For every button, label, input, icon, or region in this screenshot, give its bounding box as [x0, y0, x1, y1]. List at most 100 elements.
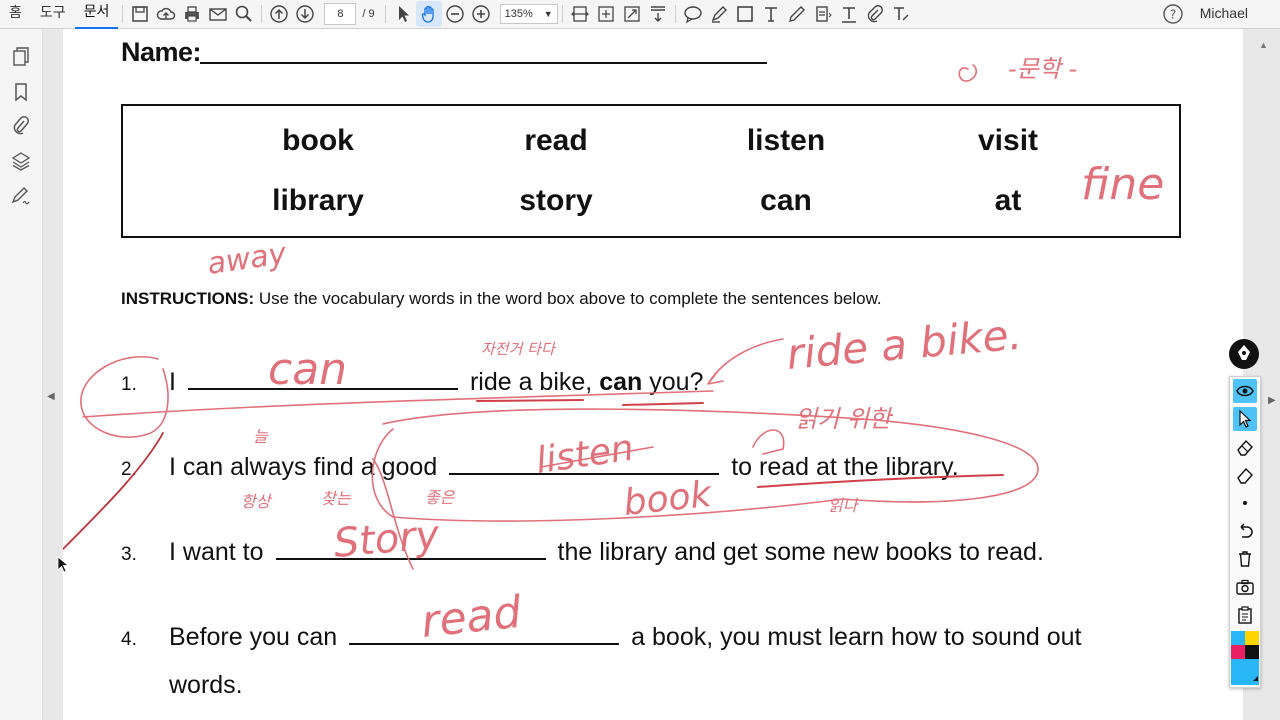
attach-icon[interactable] [862, 1, 888, 27]
question-text: ride a bike, [469, 368, 600, 396]
search-icon[interactable] [231, 1, 257, 27]
user-name[interactable]: Michael [1200, 5, 1248, 21]
page-total: / 9 [362, 8, 375, 20]
left-gutter: ◀ [43, 29, 63, 720]
ink-text: 항상 [241, 492, 273, 511]
eraser-icon[interactable] [1233, 435, 1257, 459]
eraser-stroke-icon[interactable] [1233, 463, 1257, 487]
ink-text: 찾는 [321, 489, 352, 508]
question-text: a book, you must learn how to sound out [631, 623, 1082, 651]
save-icon[interactable] [127, 1, 153, 27]
word-box-item: story [519, 184, 593, 217]
ink-text: ride a bike. [785, 310, 1024, 379]
page-number-input[interactable]: 8 [324, 3, 357, 25]
zoom-value: 135% [504, 8, 533, 20]
signature-icon[interactable] [10, 185, 32, 207]
ink-text: away [205, 236, 289, 282]
question-2: I can always find a good to read at the l… [169, 453, 959, 482]
answer-blank[interactable] [349, 643, 620, 645]
question-text: the library and get some new books to re… [557, 538, 1044, 566]
pen-size-dot-icon[interactable] [1233, 491, 1257, 515]
answer-blank[interactable] [275, 558, 546, 560]
word-box-item: listen [746, 124, 826, 157]
scroll-mode-icon[interactable] [645, 1, 671, 27]
toolbar-separator [261, 5, 263, 23]
question-text: I can always find a good [169, 453, 438, 481]
color-swatches[interactable] [1231, 631, 1259, 685]
question-number: 2. [121, 459, 137, 480]
question-text: I want to [169, 538, 264, 566]
ink-text: 읽다 [828, 496, 860, 515]
svg-text:?: ? [1170, 8, 1176, 22]
text-edit-icon[interactable] [888, 1, 914, 27]
toolbar-separator [674, 5, 676, 23]
pen-tool-icon[interactable] [1228, 338, 1260, 370]
chevron-down-icon: ▼ [543, 9, 553, 19]
trash-icon[interactable] [1233, 547, 1257, 571]
pencil-icon[interactable] [784, 1, 810, 27]
ink-text: 좋은 [425, 488, 456, 507]
word-box-item: can [760, 184, 812, 217]
question-4: Before you can a book, you must learn how… [169, 623, 1081, 652]
word-box-item: read [524, 124, 588, 157]
word-box-item: book [282, 124, 354, 157]
zoom-in-icon[interactable] [468, 1, 494, 27]
full-screen-icon[interactable] [619, 1, 645, 27]
rectangle-icon[interactable] [732, 1, 758, 27]
email-icon[interactable] [205, 1, 231, 27]
tab-home[interactable]: 홈 [0, 0, 31, 28]
word-box-item: library [272, 184, 364, 217]
comment-icon[interactable] [680, 1, 706, 27]
select-arrow-icon[interactable] [1233, 407, 1257, 431]
tab-tools[interactable]: 도구 [31, 0, 75, 28]
page-up-icon[interactable] [266, 1, 292, 27]
left-navigation-rail [0, 29, 43, 720]
word-box: book read listen visit library story can… [121, 104, 1181, 238]
layers-icon[interactable] [10, 150, 32, 172]
question-3: I want to the library and get some new bo… [169, 538, 1044, 567]
zoom-select[interactable]: 135% ▼ [499, 4, 558, 24]
text-tool-icon[interactable] [758, 1, 784, 27]
instructions-text: Use the vocabulary words in the word box… [254, 289, 882, 308]
scroll-up-icon[interactable]: ▲ [1259, 40, 1268, 50]
cloud-upload-icon[interactable] [153, 1, 179, 27]
fit-width-icon[interactable] [567, 1, 593, 27]
select-arrow-icon[interactable] [390, 1, 416, 27]
answer-blank[interactable] [187, 388, 458, 390]
word-box-item: at [994, 184, 1022, 217]
collapse-left-icon[interactable]: ◀ [47, 391, 55, 402]
text-field-icon[interactable] [836, 1, 862, 27]
help-icon[interactable]: ? [1162, 3, 1184, 30]
question-number: 4. [121, 629, 137, 650]
print-icon[interactable] [179, 1, 205, 27]
instructions: INSTRUCTIONS: Use the vocabulary words i… [121, 289, 882, 309]
clipboard-icon[interactable] [1233, 603, 1257, 627]
highlight-pen-icon[interactable] [706, 1, 732, 27]
undo-icon[interactable] [1233, 519, 1257, 543]
stamp-icon[interactable] [810, 1, 836, 27]
answer-blank[interactable] [449, 473, 720, 475]
word-box-item: visit [977, 124, 1039, 157]
question-number: 1. [121, 374, 137, 395]
name-label: Name: [121, 37, 202, 67]
fit-page-icon[interactable] [593, 1, 619, 27]
page-down-icon[interactable] [292, 1, 318, 27]
question-text: you? [642, 368, 704, 396]
pages-icon[interactable] [10, 46, 32, 68]
name-blank-line [200, 62, 767, 64]
mouse-cursor-icon [57, 556, 69, 573]
ink-text: 자전거 타다 [481, 340, 557, 358]
zoom-out-icon[interactable] [442, 1, 468, 27]
toolbar-separator [122, 5, 124, 23]
hand-tool-icon[interactable] [415, 1, 442, 27]
question-text-bold: can [599, 368, 643, 396]
question-1: Iride a bike, can you? [169, 368, 703, 397]
question-text: Before you can [169, 623, 338, 651]
attachment-icon[interactable] [10, 115, 32, 137]
question-number: 3. [121, 544, 137, 565]
camera-icon[interactable] [1233, 575, 1257, 599]
bookmark-icon[interactable] [10, 81, 32, 103]
ink-text: -문학 - [1008, 55, 1077, 83]
eye-icon[interactable] [1233, 379, 1257, 403]
tab-document[interactable]: 문서 [74, 0, 119, 29]
